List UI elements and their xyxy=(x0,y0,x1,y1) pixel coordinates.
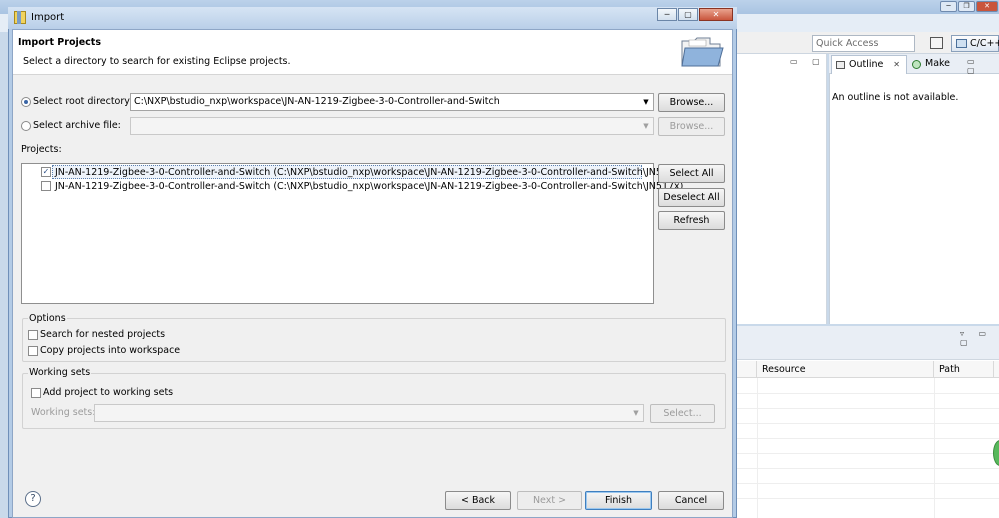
table-row-line xyxy=(737,483,999,484)
table-row-line xyxy=(737,498,999,499)
add-to-working-sets-label[interactable]: Add project to working sets xyxy=(43,387,173,398)
working-sets-combo[interactable]: ▼ xyxy=(94,404,644,422)
minimize-icon[interactable]: ─ xyxy=(940,1,957,12)
wizard-page-message: Select a directory to search for existin… xyxy=(23,56,291,67)
deselect-all-button[interactable]: Deselect All xyxy=(658,188,725,207)
open-perspective-icon[interactable] xyxy=(930,37,943,49)
back-button[interactable]: < Back xyxy=(445,491,511,510)
options-group-title: Options xyxy=(28,313,67,324)
archive-file-label[interactable]: Select archive file: xyxy=(33,120,121,131)
dialog-title-bar xyxy=(8,7,737,29)
table-row-line xyxy=(737,438,999,439)
dialog-maximize-icon[interactable]: ▢ xyxy=(678,8,698,21)
dialog-minimize-icon[interactable]: ─ xyxy=(657,8,677,21)
open-folder-icon xyxy=(681,37,724,67)
panel-menu-icons[interactable]: ▿ ▭ ▢ xyxy=(960,329,999,347)
dialog-close-icon[interactable]: ✕ xyxy=(699,8,733,21)
search-nested-checkbox[interactable] xyxy=(28,330,38,340)
select-all-button[interactable]: Select All xyxy=(658,164,725,183)
copy-projects-label[interactable]: Copy projects into workspace xyxy=(40,345,180,356)
wizard-banner xyxy=(13,30,732,75)
column-header-path[interactable]: Path xyxy=(934,361,994,378)
root-directory-value: C:\NXP\bstudio_nxp\workspace\JN-AN-1219-… xyxy=(134,96,500,107)
editor-view-controls[interactable]: ▭ ▢ xyxy=(790,57,826,66)
table-row-line xyxy=(737,423,999,424)
archive-file-combo[interactable]: ▼ xyxy=(130,117,654,135)
outline-tab-label: Outline xyxy=(849,59,884,70)
make-tab-label: Make xyxy=(925,58,951,69)
editor-area xyxy=(737,54,827,324)
wizard-page-title: Import Projects xyxy=(18,37,101,48)
quick-access-input[interactable]: Quick Access xyxy=(812,35,915,52)
make-target-icon xyxy=(912,60,921,69)
working-sets-label: Working sets: xyxy=(31,407,96,418)
column-header-blank[interactable] xyxy=(737,361,757,378)
column-header-location[interactable]: L xyxy=(994,361,999,378)
column-header-resource[interactable]: Resource xyxy=(757,361,934,378)
table-col-line xyxy=(757,378,758,518)
archive-file-radio[interactable] xyxy=(21,121,31,131)
root-directory-label[interactable]: Select root directory: xyxy=(33,96,132,107)
project-item-jn516x[interactable]: JN-AN-1219-Zigbee-3-0-Controller-and-Swi… xyxy=(55,167,683,178)
select-working-sets-button[interactable]: Select... xyxy=(650,404,715,423)
perspective-label: C/C++ xyxy=(970,38,999,49)
projects-label: Projects: xyxy=(21,144,62,155)
chevron-down-icon[interactable]: ▼ xyxy=(639,94,653,110)
perspective-cpp-button[interactable]: C/C++ xyxy=(951,35,999,52)
table-row-line xyxy=(737,408,999,409)
project-checkbox-jn516x[interactable]: ✓ xyxy=(41,167,51,177)
outline-empty-message: An outline is not available. xyxy=(832,92,959,103)
table-col-line xyxy=(934,378,935,518)
close-icon[interactable]: ✕ xyxy=(976,1,998,12)
import-wizard-icon xyxy=(14,11,26,24)
close-tab-icon[interactable]: ✕ xyxy=(893,56,900,74)
finish-button[interactable]: Finish xyxy=(585,491,652,510)
root-directory-combo[interactable]: C:\NXP\bstudio_nxp\workspace\JN-AN-1219-… xyxy=(130,93,654,111)
restore-icon[interactable]: ❐ xyxy=(958,1,975,12)
root-directory-radio[interactable] xyxy=(21,97,31,107)
working-sets-group-title: Working sets xyxy=(28,367,92,378)
tab-make[interactable]: Make xyxy=(910,55,960,74)
table-row-line xyxy=(737,393,999,394)
copy-projects-checkbox[interactable] xyxy=(28,346,38,356)
chevron-down-icon[interactable]: ▼ xyxy=(639,118,653,134)
tab-outline[interactable]: Outline ✕ xyxy=(831,55,907,74)
view-menu-icons[interactable]: ▭ ▢ xyxy=(967,57,999,75)
browse-archive-button[interactable]: Browse... xyxy=(658,117,725,136)
add-to-working-sets-checkbox[interactable] xyxy=(31,388,41,398)
dialog-title: Import xyxy=(31,12,65,23)
table-row-line xyxy=(737,468,999,469)
project-item-jn517x[interactable]: JN-AN-1219-Zigbee-3-0-Controller-and-Swi… xyxy=(55,181,683,192)
next-button[interactable]: Next > xyxy=(517,491,582,510)
chevron-down-icon[interactable]: ▼ xyxy=(629,405,643,421)
cancel-button[interactable]: Cancel xyxy=(658,491,724,510)
table-row-line xyxy=(737,453,999,454)
search-nested-label[interactable]: Search for nested projects xyxy=(40,329,165,340)
project-checkbox-jn517x[interactable] xyxy=(41,181,51,191)
outline-icon xyxy=(836,61,845,69)
cpp-perspective-icon xyxy=(956,39,967,48)
help-icon[interactable]: ? xyxy=(25,491,41,507)
browse-directory-button[interactable]: Browse... xyxy=(658,93,725,112)
refresh-button[interactable]: Refresh xyxy=(658,211,725,230)
